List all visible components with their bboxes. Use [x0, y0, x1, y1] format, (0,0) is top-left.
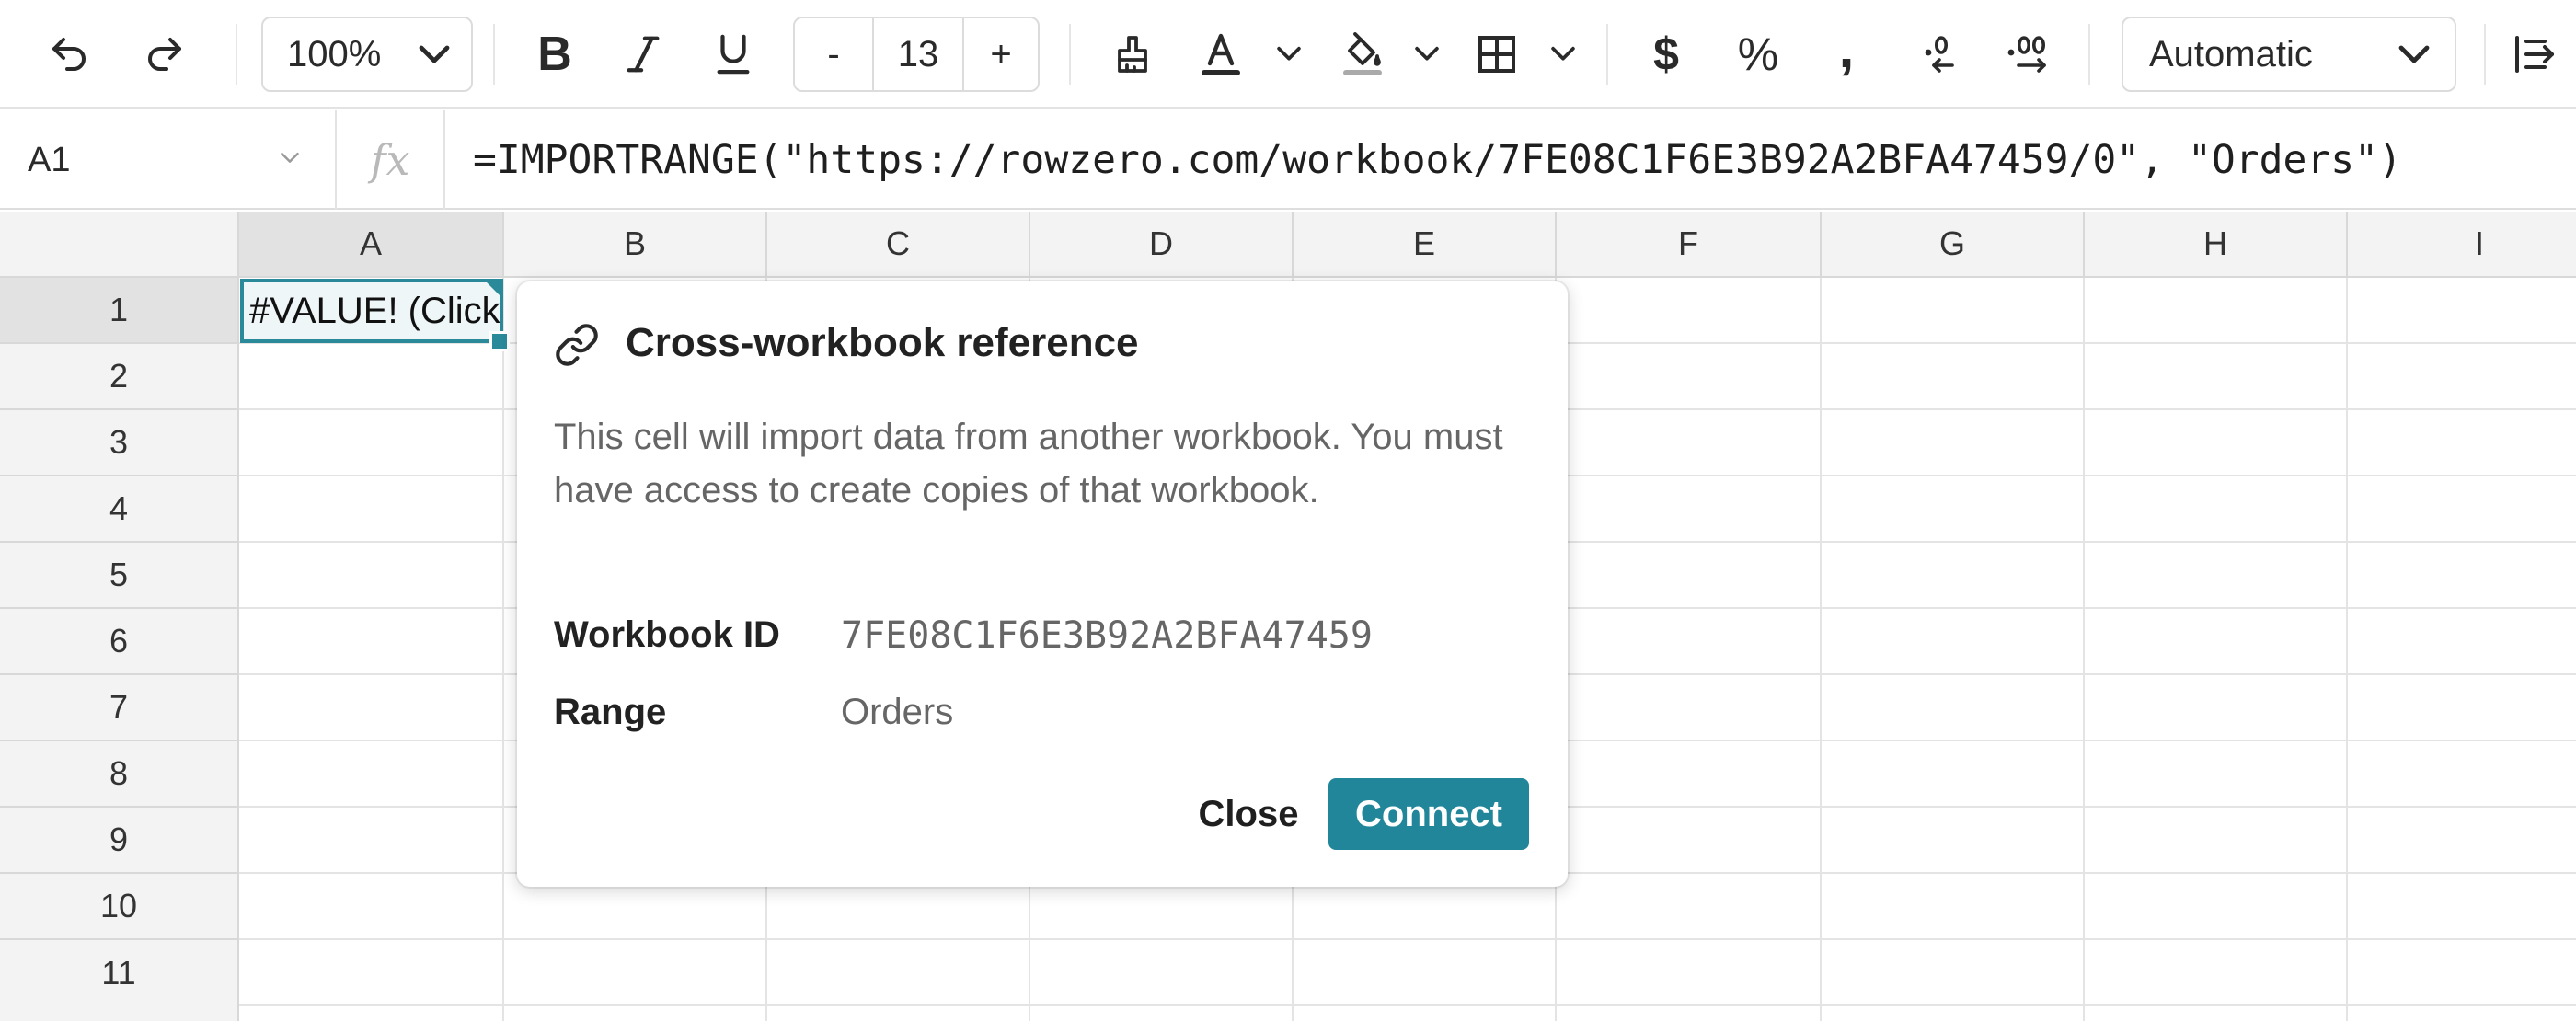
chevron-down-icon: [281, 152, 299, 163]
chevron-down-icon: [2398, 45, 2430, 63]
font-size-input[interactable]: 13: [872, 18, 964, 90]
undo-button[interactable]: [37, 0, 101, 109]
grid-line: [502, 278, 504, 1021]
column-header-f[interactable]: F: [1557, 212, 1822, 278]
font-size-stepper: - 13 +: [793, 17, 1040, 92]
text-color-dropdown[interactable]: [1266, 0, 1312, 109]
range-value: Orders: [841, 692, 954, 732]
column-header-c[interactable]: C: [767, 212, 1030, 278]
grid-line: [2083, 278, 2085, 1021]
fx-icon: fx: [337, 110, 445, 210]
row-header-5[interactable]: 5: [0, 543, 239, 609]
row-header-3[interactable]: 3: [0, 410, 239, 476]
underline-button[interactable]: [701, 0, 765, 109]
text-color-button[interactable]: [1187, 0, 1255, 109]
paint-roller-icon: [1118, 36, 1147, 73]
grid-line: [2346, 278, 2348, 1021]
wrap-text-button[interactable]: [2512, 0, 2576, 109]
wrap-text-icon: [2515, 36, 2554, 73]
column-header-b[interactable]: B: [504, 212, 767, 278]
toolbar-separator: [493, 24, 495, 85]
bold-button[interactable]: B: [523, 0, 587, 109]
connect-button[interactable]: Connect: [1328, 778, 1529, 850]
currency-format-button[interactable]: $: [1632, 0, 1700, 109]
row-header-7[interactable]: 7: [0, 675, 239, 741]
toolbar-separator: [1069, 24, 1071, 85]
row-header-label: 11: [101, 954, 136, 992]
text-color-icon: [1202, 33, 1240, 75]
grid-line: [239, 1004, 2576, 1006]
popover-description: This cell will import data from another …: [554, 417, 1503, 510]
row-header-4[interactable]: 4: [0, 476, 239, 543]
row-header-6[interactable]: 6: [0, 609, 239, 675]
comma-format-button[interactable]: ,: [1814, 0, 1879, 109]
column-header-e[interactable]: E: [1294, 212, 1557, 278]
percent-format-button[interactable]: %: [1724, 0, 1792, 109]
chevron-down-icon: [1551, 46, 1575, 61]
cell-reference: A1: [28, 140, 71, 179]
link-icon: [556, 324, 598, 366]
cell-a1[interactable]: #VALUE! (Click: [240, 279, 503, 343]
workbook-id-label: Workbook ID: [554, 614, 780, 655]
range-label: Range: [554, 692, 667, 732]
paint-format-button[interactable]: [1098, 0, 1167, 109]
row-header-1[interactable]: 1: [0, 278, 239, 344]
italic-button[interactable]: [611, 0, 675, 109]
borders-icon: [1478, 36, 1515, 73]
chevron-down-icon: [419, 45, 450, 63]
error-indicator: [486, 281, 500, 296]
undo-icon: [52, 38, 86, 71]
column-header-d[interactable]: D: [1030, 212, 1294, 278]
toolbar-separator: [1606, 24, 1608, 85]
borders-dropdown[interactable]: [1540, 0, 1586, 109]
column-header-label: I: [2474, 224, 2484, 262]
toolbar-separator: [236, 24, 237, 85]
toolbar: 100% B - 13 + $ % , Automatic: [0, 0, 2576, 109]
fill-color-button[interactable]: [1328, 0, 1397, 109]
close-button[interactable]: Close: [1161, 778, 1336, 850]
row-header-8[interactable]: 8: [0, 741, 239, 808]
column-header-g[interactable]: G: [1822, 212, 2085, 278]
column-header-a[interactable]: A: [239, 212, 504, 278]
row-header-2[interactable]: 2: [0, 344, 239, 410]
name-box[interactable]: A1: [0, 110, 337, 210]
popover-title: Cross-workbook reference: [626, 320, 1139, 365]
number-format-value: Automatic: [2149, 33, 2313, 75]
column-header-i[interactable]: I: [2348, 212, 2576, 278]
zoom-select[interactable]: 100%: [261, 17, 473, 92]
increase-decimal-icon: [2007, 36, 2046, 73]
grid-line: [239, 938, 2576, 940]
column-header-h[interactable]: H: [2085, 212, 2348, 278]
toolbar-separator: [2088, 24, 2090, 85]
redo-button[interactable]: [132, 0, 197, 109]
italic-icon: [627, 36, 660, 73]
decrease-decimal-button[interactable]: [1903, 0, 1976, 109]
font-size-decrement-button[interactable]: -: [795, 18, 872, 90]
fill-color-dropdown[interactable]: [1404, 0, 1450, 109]
fill-handle[interactable]: [489, 331, 510, 351]
font-size-increment-button[interactable]: +: [964, 18, 1038, 90]
zoom-value: 100%: [287, 33, 382, 75]
underline-icon: [717, 34, 750, 75]
toolbar-separator: [2484, 24, 2486, 85]
number-format-select[interactable]: Automatic: [2122, 17, 2456, 92]
fill-color-icon: [1343, 32, 1382, 75]
select-all-corner[interactable]: [0, 212, 239, 278]
row-header-9[interactable]: 9: [0, 808, 239, 874]
chevron-down-icon: [1415, 46, 1439, 61]
increase-decimal-button[interactable]: [1993, 0, 2066, 109]
decrease-decimal-icon: [1925, 36, 1954, 73]
redo-icon: [148, 38, 181, 71]
grid-line: [1820, 278, 1822, 1021]
formula-bar: A1 fx =IMPORTRANGE("https://rowzero.com/…: [0, 110, 2576, 210]
chevron-down-icon: [1277, 46, 1301, 61]
row-header-10[interactable]: 10: [0, 874, 239, 940]
cross-workbook-popover: Cross-workbook reference This cell will …: [517, 281, 1568, 887]
formula-input[interactable]: =IMPORTRANGE("https://rowzero.com/workbo…: [473, 110, 2402, 210]
workbook-id-value: 7FE08C1F6E3B92A2BFA47459: [841, 614, 1373, 657]
borders-button[interactable]: [1463, 0, 1531, 109]
row-header-11[interactable]: 11: [0, 940, 239, 1021]
